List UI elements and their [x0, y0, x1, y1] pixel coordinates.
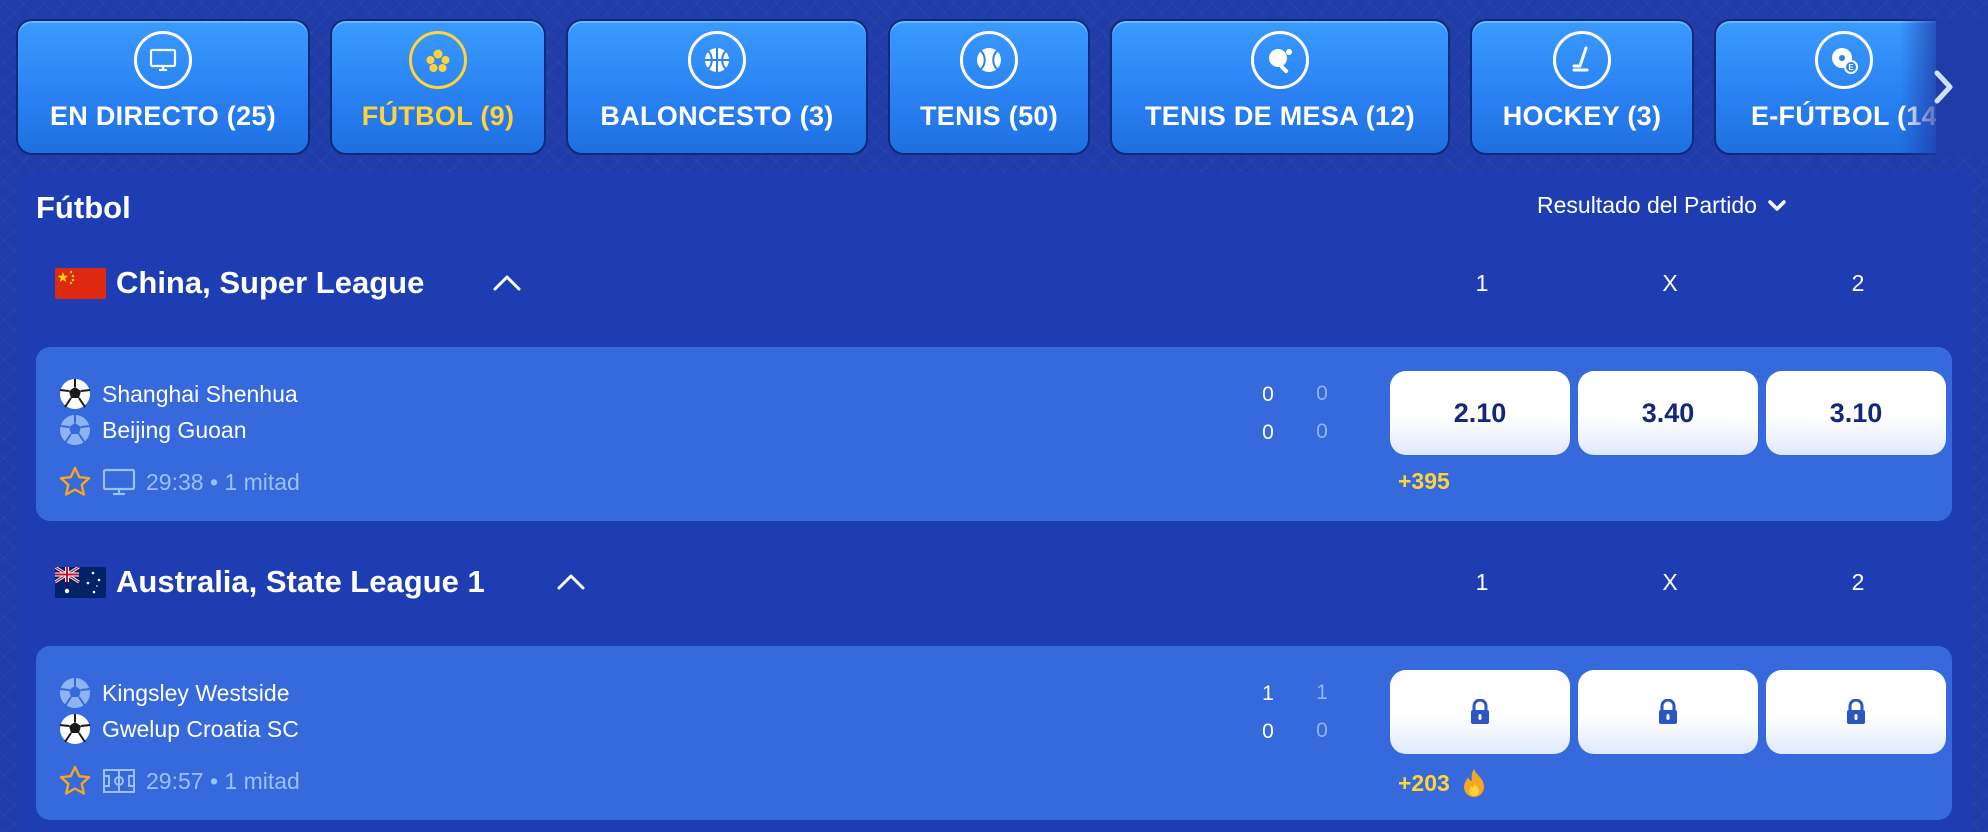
lock-icon: [1471, 699, 1489, 724]
market-dropdown[interactable]: Resultado del Partido: [1537, 192, 1787, 219]
away-team: Gwelup Croatia SC: [58, 712, 299, 746]
sport-panel: Fútbol Resultado del Partido China, Supe…: [18, 172, 1972, 832]
tab-en-directo[interactable]: EN DIRECTO (25): [16, 19, 310, 155]
match-time: 29:57 • 1 mitad: [146, 767, 300, 794]
league-name: China, Super League: [116, 265, 425, 300]
home-score: 0: [1262, 383, 1274, 406]
china-flag-icon: [55, 267, 106, 299]
column-header-2: 2: [1851, 568, 1865, 595]
odd-button-x-locked[interactable]: [1578, 670, 1758, 754]
league-header: Australia, State League 1 1 X 2: [18, 547, 1972, 617]
sport-title: Fútbol: [36, 190, 131, 225]
tab-tenis-de-mesa[interactable]: TENIS DE MESA (12): [1110, 19, 1450, 155]
soccer-ball-icon: [59, 379, 91, 409]
monitor-icon: [134, 31, 192, 89]
star-icon[interactable]: [58, 764, 92, 798]
tab-label: HOCKEY (3): [1502, 101, 1662, 131]
tab-futbol[interactable]: FÚTBOL (9): [330, 19, 546, 155]
hockey-stick-icon: [1553, 31, 1611, 89]
soccer-ball-icon: [59, 678, 91, 708]
away-score: 0: [1262, 720, 1274, 743]
market-dropdown-label: Resultado del Partido: [1537, 192, 1757, 218]
ping-pong-icon: [1251, 31, 1309, 89]
home-team: Shanghai Shenhua: [58, 377, 298, 411]
tab-baloncesto[interactable]: BALONCESTO (3): [566, 19, 868, 155]
more-markets-link[interactable]: +203: [1398, 767, 1488, 799]
sport-tabs: EN DIRECTO (25) FÚTBOL (9) BALONCESTO (3…: [16, 19, 1936, 155]
odd-button-x[interactable]: 3.40: [1578, 371, 1758, 455]
team-name: Beijing Guoan: [102, 416, 247, 443]
match-card[interactable]: Kingsley Westside Gwelup Croatia SC 1 1 …: [36, 646, 1952, 820]
lock-icon: [1847, 699, 1865, 724]
column-header-x: X: [1662, 269, 1678, 296]
star-icon[interactable]: [58, 465, 92, 499]
column-header-x: X: [1662, 568, 1678, 595]
more-markets-link[interactable]: +395: [1398, 468, 1450, 495]
tab-label: BALONCESTO (3): [600, 101, 834, 131]
team-name: Shanghai Shenhua: [102, 380, 298, 407]
column-header-2: 2: [1851, 269, 1865, 296]
tab-label: FÚTBOL (9): [361, 101, 515, 131]
team-name: Kingsley Westside: [102, 679, 290, 706]
odd-button-2-locked[interactable]: [1766, 670, 1946, 754]
sport-tabs-bar: EN DIRECTO (25) FÚTBOL (9) BALONCESTO (3…: [0, 0, 1988, 168]
chevron-up-icon: [557, 574, 585, 590]
home-period-score: 0: [1316, 382, 1328, 405]
collapse-league-button[interactable]: [554, 565, 588, 599]
chevron-right-icon: [1934, 70, 1953, 104]
match-meta: 29:57 • 1 mitad: [58, 764, 300, 798]
soccer-ball-icon: [409, 31, 467, 89]
tab-tenis[interactable]: TENIS (50): [888, 19, 1090, 155]
match-card[interactable]: Shanghai Shenhua Beijing Guoan 0 0 0 0 2…: [36, 347, 1952, 521]
field-icon[interactable]: [102, 767, 136, 795]
away-period-score: 0: [1316, 420, 1328, 443]
tabs-next-button[interactable]: [1926, 66, 1962, 108]
tab-label: TENIS DE MESA (12): [1145, 101, 1415, 131]
tennis-ball-icon: [960, 31, 1018, 89]
more-markets-count: +395: [1398, 468, 1450, 494]
match-time: 29:38 • 1 mitad: [146, 468, 300, 495]
chevron-up-icon: [493, 275, 521, 291]
column-header-1: 1: [1475, 568, 1489, 595]
match-meta: 29:38 • 1 mitad: [58, 465, 300, 499]
away-team: Beijing Guoan: [58, 413, 247, 447]
league-header: China, Super League 1 X 2: [18, 248, 1972, 318]
collapse-league-button[interactable]: [490, 266, 524, 300]
lock-icon: [1659, 699, 1677, 724]
odd-button-2[interactable]: 3.10: [1766, 371, 1946, 455]
league-name: Australia, State League 1: [116, 564, 485, 599]
esoccer-icon: E: [1815, 31, 1873, 89]
away-period-score: 0: [1316, 719, 1328, 742]
svg-text:E: E: [1848, 63, 1854, 72]
away-score: 0: [1262, 421, 1274, 444]
fire-icon: [1463, 769, 1484, 797]
tab-label: TENIS (50): [919, 101, 1059, 131]
tab-label: EN DIRECTO (25): [49, 101, 277, 131]
odd-button-1[interactable]: 2.10: [1390, 371, 1570, 455]
soccer-ball-icon: [59, 415, 91, 445]
tv-icon[interactable]: [102, 467, 136, 497]
column-header-1: 1: [1475, 269, 1489, 296]
odd-button-1-locked[interactable]: [1390, 670, 1570, 754]
more-markets-count: +203: [1398, 769, 1450, 796]
basketball-icon: [688, 31, 746, 89]
soccer-ball-icon: [59, 714, 91, 744]
home-team: Kingsley Westside: [58, 676, 290, 710]
australia-flag-icon: [55, 566, 106, 598]
chevron-down-icon: [1768, 199, 1786, 211]
team-name: Gwelup Croatia SC: [102, 715, 299, 742]
tab-hockey[interactable]: HOCKEY (3): [1470, 19, 1694, 155]
home-score: 1: [1262, 682, 1274, 705]
home-period-score: 1: [1316, 681, 1328, 704]
